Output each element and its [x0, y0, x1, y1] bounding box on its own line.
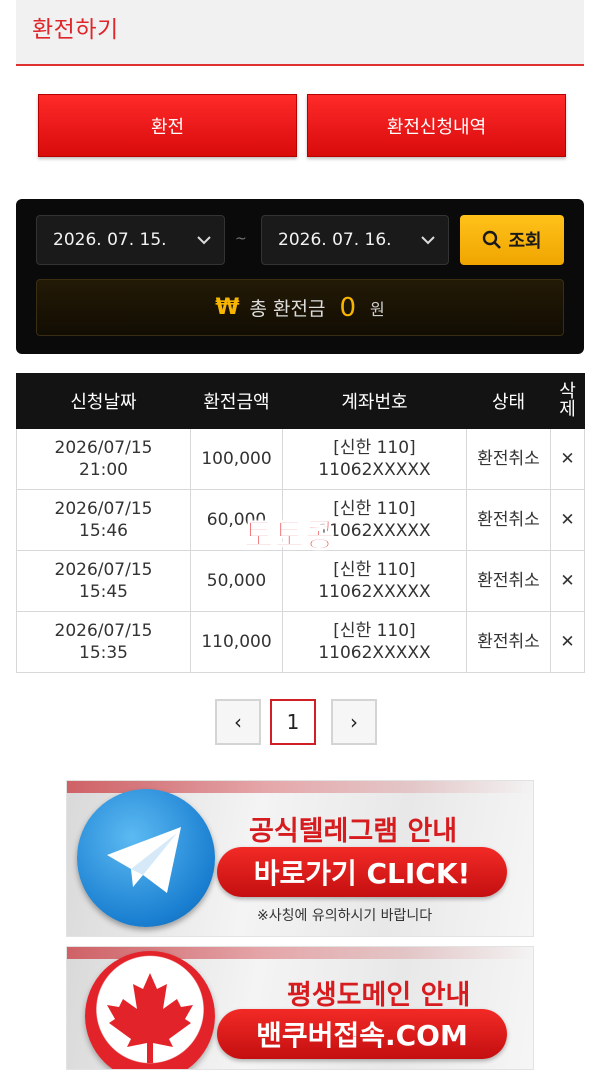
column-header-amount: 환전금액 — [190, 373, 283, 429]
amount-cell: 110,000 — [190, 611, 283, 673]
search-panel: 2026. 07. 15. ~ 2026. 07. 16. 조회 ₩ 총 환전금… — [16, 199, 584, 354]
chevron-down-icon — [421, 236, 435, 245]
total-exchange-summary: ₩ 총 환전금 0 원 — [36, 279, 564, 336]
telegram-icon — [77, 789, 215, 927]
date-cell: 2026/07/15 15:46 — [16, 489, 191, 551]
chevron-down-icon — [197, 236, 211, 245]
delete-button[interactable]: ✕ — [550, 428, 585, 490]
search-button-label: 조회 — [508, 231, 542, 252]
table-header-row: 신청날짜 환전금액 계좌번호 상태 삭 제 — [16, 373, 585, 429]
prev-page-button[interactable]: ‹ — [215, 699, 261, 745]
maple-leaf-shape — [107, 973, 193, 1063]
page-title: 환전하기 — [32, 17, 119, 43]
column-header-date: 신청날짜 — [16, 373, 191, 429]
date-cell: 2026/07/15 15:45 — [16, 550, 191, 612]
watermark: 토토콩 — [243, 516, 336, 555]
date-cell: 2026/07/15 15:35 — [16, 611, 191, 673]
telegram-banner[interactable]: 공식텔레그램 안내 바로가기 CLICK! ※사칭에 유의하시기 바랍니다 — [66, 780, 534, 937]
domain-link-button[interactable]: 밴쿠버접속.COM — [217, 1009, 507, 1059]
column-header-status: 상태 — [466, 373, 551, 429]
end-date-select[interactable]: 2026. 07. 16. — [261, 215, 449, 265]
status-cell: 환전취소 — [466, 550, 551, 612]
table-row: 2026/07/15 15:45 50,000 [신한 110] 11062XXXX… — [16, 550, 585, 612]
account-cell: [신한 110] 11062XXXXX — [282, 550, 467, 612]
column-header-delete: 삭 제 — [550, 373, 585, 429]
date-separator: ~ — [235, 231, 247, 247]
table-row: 2026/07/15 21:00 100,000 [신한 110] 11062XXX… — [16, 428, 585, 490]
delete-button[interactable]: ✕ — [550, 489, 585, 551]
start-date-value: 2026. 07. 15. — [53, 230, 167, 250]
delete-button[interactable]: ✕ — [550, 550, 585, 612]
total-unit: 원 — [370, 299, 385, 319]
telegram-link-button[interactable]: 바로가기 CLICK! — [217, 847, 507, 897]
account-cell: [신한 110] 11062XXXXX — [282, 428, 467, 490]
status-cell: 환전취소 — [466, 489, 551, 551]
column-header-account: 계좌번호 — [282, 373, 467, 429]
date-cell: 2026/07/15 21:00 — [16, 428, 191, 490]
banner-heading: 공식텔레그램 안내 — [249, 816, 458, 847]
total-label: 총 환전금 — [249, 298, 326, 320]
account-cell: [신한 110] 11062XXXXX — [282, 611, 467, 673]
start-date-select[interactable]: 2026. 07. 15. — [36, 215, 225, 265]
maple-leaf-icon — [85, 951, 215, 1069]
exchange-history-button[interactable]: 환전신청내역 — [307, 94, 566, 157]
banner-notice: ※사칭에 유의하시기 바랍니다 — [257, 908, 433, 924]
search-button[interactable]: 조회 — [460, 215, 564, 265]
title-bar: 환전하기 — [16, 0, 584, 66]
status-cell: 환전취소 — [466, 428, 551, 490]
next-page-button[interactable]: › — [331, 699, 377, 745]
current-page-button[interactable]: 1 — [270, 699, 316, 745]
status-cell: 환전취소 — [466, 611, 551, 673]
amount-cell: 100,000 — [190, 428, 283, 490]
total-value: 0 — [339, 292, 357, 323]
paper-plane-icon — [107, 827, 181, 893]
delete-button[interactable]: ✕ — [550, 611, 585, 673]
banner-heading: 평생도메인 안내 — [287, 980, 471, 1011]
exchange-button[interactable]: 환전 — [38, 94, 297, 157]
search-icon — [483, 230, 502, 249]
won-icon: ₩ — [215, 295, 240, 320]
domain-banner[interactable]: 평생도메인 안내 밴쿠버접속.COM — [66, 946, 534, 1070]
table-row: 2026/07/15 15:35 110,000 [신한 110] 11062XXX… — [16, 611, 585, 673]
amount-cell: 50,000 — [190, 550, 283, 612]
end-date-value: 2026. 07. 16. — [278, 230, 392, 250]
